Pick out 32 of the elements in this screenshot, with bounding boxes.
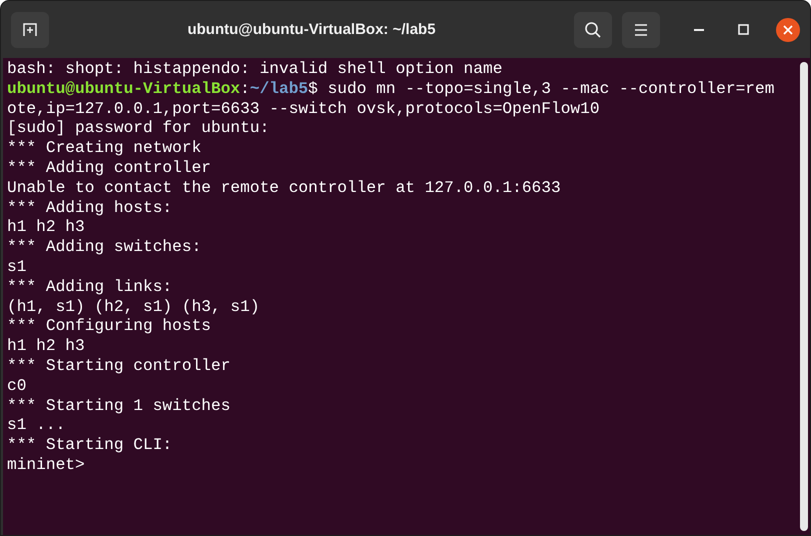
new-tab-button[interactable] [11, 12, 49, 48]
search-button[interactable] [574, 12, 612, 48]
output-line: *** Starting 1 switches [7, 396, 230, 415]
output-line: c0 [7, 376, 26, 395]
close-icon [783, 24, 793, 34]
menu-button[interactable] [622, 12, 660, 48]
output-line: *** Adding links: [7, 278, 172, 296]
output-line: *** Starting CLI: [7, 436, 172, 454]
output-line: s1 [7, 258, 26, 276]
menu-icon [634, 24, 648, 36]
output-line: (h1, s1) (h2, s1) (h3, s1) [7, 298, 260, 316]
output-line: *** Starting controller [7, 356, 230, 375]
output-line: *** Configuring hosts [7, 317, 211, 336]
output-line: *** Creating network [7, 139, 202, 158]
output-line: *** Adding controller [7, 158, 211, 177]
output-line: *** Adding hosts: [7, 198, 172, 217]
window-title: ubuntu@ubuntu-VirtualBox: ~/lab5 [186, 21, 437, 38]
command-line: ubuntu@ubuntu-VirtualBox:~/lab5$ sudo mn --topo=single,3 --mac --controller=remote,ip=127.0.0.1,port=6633 --switch ovsk,protocols=OpenFlow10 [7, 80, 776, 120]
scrollbar[interactable] [800, 62, 808, 531]
maximize-icon [738, 24, 748, 35]
output-line: *** Adding switches: [7, 238, 202, 256]
output-line: h1 h2 h3 [7, 218, 85, 236]
output-line: Unable to contact the remote controller at 127.0.0.1:6633 [7, 178, 561, 197]
output-line: s1 ... [7, 416, 66, 434]
new-tab-icon [22, 22, 38, 38]
close-button[interactable] [776, 18, 800, 42]
output-line: h1 h2 h3 [7, 337, 85, 356]
output-line: mininet> [7, 456, 85, 474]
output-line: [sudo] password for ubuntu: [7, 119, 270, 138]
search-icon [584, 20, 602, 38]
output-line: bash: shopt: histappendo: invalid shell option name [7, 60, 502, 78]
minimize-icon [694, 28, 704, 30]
